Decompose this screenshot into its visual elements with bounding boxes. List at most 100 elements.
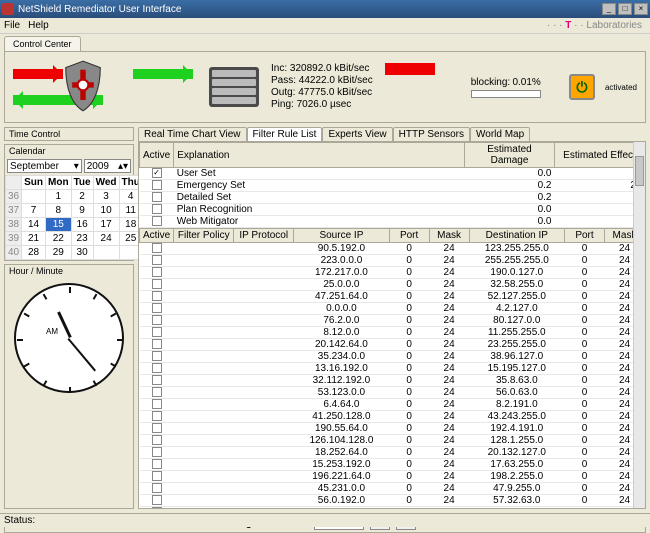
month-select[interactable]: September▾ bbox=[7, 159, 82, 173]
filter-active-checkbox[interactable] bbox=[152, 411, 162, 421]
filter-active-checkbox[interactable] bbox=[152, 363, 162, 373]
calendar-day[interactable]: 2 bbox=[71, 190, 93, 204]
filter-active-checkbox[interactable] bbox=[152, 303, 162, 313]
rule-set-row[interactable]: Emergency Set0.224 bbox=[140, 180, 645, 192]
filter-rule-row[interactable]: 196.221.64.0024198.2.255.0024 bbox=[140, 471, 645, 483]
filter-rule-row[interactable]: 6.4.64.00248.2.191.0024 bbox=[140, 399, 645, 411]
filter-active-checkbox[interactable] bbox=[152, 315, 162, 325]
calendar-day[interactable]: 22 bbox=[46, 232, 72, 246]
rule-set-row[interactable]: Detailed Set0.28 bbox=[140, 192, 645, 204]
filter-active-checkbox[interactable] bbox=[152, 423, 162, 433]
filter-active-checkbox[interactable] bbox=[152, 399, 162, 409]
analog-clock[interactable]: AM bbox=[14, 283, 124, 393]
filter-rule-row[interactable]: 47.251.64.002452.127.255.0024 bbox=[140, 291, 645, 303]
traffic-red-bar bbox=[385, 63, 435, 75]
filter-rule-row[interactable]: 172.217.0.0024190.0.127.0024 bbox=[140, 267, 645, 279]
rule-set-row[interactable]: User Set0.08 bbox=[140, 168, 645, 180]
maximize-button[interactable]: □ bbox=[618, 3, 632, 15]
filter-active-checkbox[interactable] bbox=[152, 459, 162, 469]
rule-sets-table[interactable]: ActiveExplanationEstimated DamageEstimat… bbox=[139, 142, 645, 228]
hour-minute-title: Hour / Minute bbox=[5, 265, 133, 277]
filter-active-checkbox[interactable] bbox=[152, 291, 162, 301]
rule-active-checkbox[interactable] bbox=[152, 216, 162, 226]
filter-active-checkbox[interactable] bbox=[152, 495, 162, 505]
filter-rule-row[interactable]: 25.0.0.002432.58.255.0024 bbox=[140, 279, 645, 291]
view-tab[interactable]: Real Time Chart View bbox=[138, 127, 247, 141]
close-button[interactable]: × bbox=[634, 3, 648, 15]
view-tab[interactable]: HTTP Sensors bbox=[393, 127, 470, 141]
power-button[interactable]: ⏻ bbox=[569, 74, 595, 100]
rule-set-row[interactable]: Web Mitigator0.0 bbox=[140, 216, 645, 228]
year-select[interactable]: 2009▴▾ bbox=[84, 159, 131, 173]
rule-active-checkbox[interactable] bbox=[152, 204, 162, 214]
filter-rule-row[interactable]: 35.234.0.002438.96.127.0024 bbox=[140, 351, 645, 363]
calendar-day[interactable]: 9 bbox=[71, 204, 93, 218]
calendar-day[interactable]: 30 bbox=[71, 246, 93, 260]
rule-active-checkbox[interactable] bbox=[152, 180, 162, 190]
rule-set-row[interactable]: Plan Recognition0.08 bbox=[140, 204, 645, 216]
rule-active-checkbox[interactable] bbox=[152, 192, 162, 202]
filter-rule-row[interactable]: 20.142.64.002423.255.255.0024 bbox=[140, 339, 645, 351]
calendar-day[interactable]: 3 bbox=[93, 190, 119, 204]
view-tab[interactable]: Experts View bbox=[322, 127, 392, 141]
calendar-day[interactable]: 24 bbox=[93, 232, 119, 246]
filter-rule-row[interactable]: 126.104.128.0024128.1.255.0024 bbox=[140, 435, 645, 447]
calendar-day[interactable]: 15 bbox=[46, 218, 72, 232]
calendar-day[interactable]: 16 bbox=[71, 218, 93, 232]
filter-active-checkbox[interactable] bbox=[152, 339, 162, 349]
filter-rule-row[interactable]: 190.55.64.0024192.4.191.0024 bbox=[140, 423, 645, 435]
filter-active-checkbox[interactable] bbox=[152, 267, 162, 277]
activated-label: activated bbox=[605, 83, 637, 92]
calendar-day[interactable]: 28 bbox=[22, 246, 46, 260]
calendar-day[interactable]: 8 bbox=[46, 204, 72, 218]
filter-active-checkbox[interactable] bbox=[152, 471, 162, 481]
filter-rule-row[interactable]: 32.112.192.002435.8.63.0024 bbox=[140, 375, 645, 387]
filter-active-checkbox[interactable] bbox=[152, 387, 162, 397]
tab-control-center[interactable]: Control Center bbox=[4, 36, 81, 51]
calendar-day[interactable]: 1 bbox=[46, 190, 72, 204]
filter-active-checkbox[interactable] bbox=[152, 483, 162, 493]
filter-active-checkbox[interactable] bbox=[152, 327, 162, 337]
filter-rule-row[interactable]: 45.231.0.002447.9.255.0024 bbox=[140, 483, 645, 495]
calendar-day[interactable]: 14 bbox=[22, 218, 46, 232]
filter-rule-row[interactable]: 8.12.0.002411.255.255.0024 bbox=[140, 327, 645, 339]
calendar-day[interactable]: 21 bbox=[22, 232, 46, 246]
calendar-day[interactable]: 23 bbox=[71, 232, 93, 246]
filter-active-checkbox[interactable] bbox=[152, 375, 162, 385]
calendar-day[interactable]: 17 bbox=[93, 218, 119, 232]
calendar-day[interactable]: 10 bbox=[93, 204, 119, 218]
filter-rule-row[interactable]: 13.16.192.002415.195.127.0024 bbox=[140, 363, 645, 375]
menu-file[interactable]: File bbox=[4, 20, 20, 31]
filter-active-checkbox[interactable] bbox=[152, 447, 162, 457]
filter-rule-row[interactable]: 43.245.0.002444.255.255.0024 bbox=[140, 507, 645, 510]
filter-rules-table[interactable]: ActiveFilter PolicyIP ProtocolSource IPP… bbox=[139, 228, 645, 509]
filter-rule-row[interactable]: 15.253.192.002417.63.255.0024 bbox=[140, 459, 645, 471]
title-bar: NetShield Remediator User Interface _ □ … bbox=[0, 0, 650, 18]
view-tab[interactable]: World Map bbox=[470, 127, 530, 141]
filter-rule-row[interactable]: 41.250.128.002443.243.255.0024 bbox=[140, 411, 645, 423]
filter-active-checkbox[interactable] bbox=[152, 279, 162, 289]
menu-help[interactable]: Help bbox=[28, 20, 49, 31]
view-tab[interactable]: Filter Rule List bbox=[247, 127, 323, 141]
calendar-day[interactable] bbox=[93, 246, 119, 260]
calendar-day[interactable]: 29 bbox=[46, 246, 72, 260]
filter-active-checkbox[interactable] bbox=[152, 255, 162, 265]
filter-active-checkbox[interactable] bbox=[152, 351, 162, 361]
rule-active-checkbox[interactable] bbox=[152, 168, 162, 178]
filter-rule-row[interactable]: 56.0.192.002457.32.63.0024 bbox=[140, 495, 645, 507]
filter-rule-row[interactable]: 18.252.64.002420.132.127.0024 bbox=[140, 447, 645, 459]
filter-rule-row[interactable]: 90.5.192.0024123.255.255.0024 bbox=[140, 243, 645, 255]
filter-rule-row[interactable]: 53.123.0.002456.0.63.0024 bbox=[140, 387, 645, 399]
filter-active-checkbox[interactable] bbox=[152, 507, 162, 509]
filter-active-checkbox[interactable] bbox=[152, 243, 162, 253]
filter-active-checkbox[interactable] bbox=[152, 435, 162, 445]
filter-rule-row[interactable]: 0.0.0.00244.2.127.0024 bbox=[140, 303, 645, 315]
calendar-day[interactable]: 7 bbox=[22, 204, 46, 218]
vertical-scrollbar[interactable] bbox=[633, 142, 645, 508]
shield-icon bbox=[61, 59, 105, 113]
filter-rule-row[interactable]: 76.2.0.002480.127.0.0024 bbox=[140, 315, 645, 327]
calendar-day[interactable] bbox=[22, 190, 46, 204]
arrow-incoming-icon bbox=[13, 69, 63, 79]
minimize-button[interactable]: _ bbox=[602, 3, 616, 15]
filter-rule-row[interactable]: 223.0.0.0024255.255.255.0024 bbox=[140, 255, 645, 267]
